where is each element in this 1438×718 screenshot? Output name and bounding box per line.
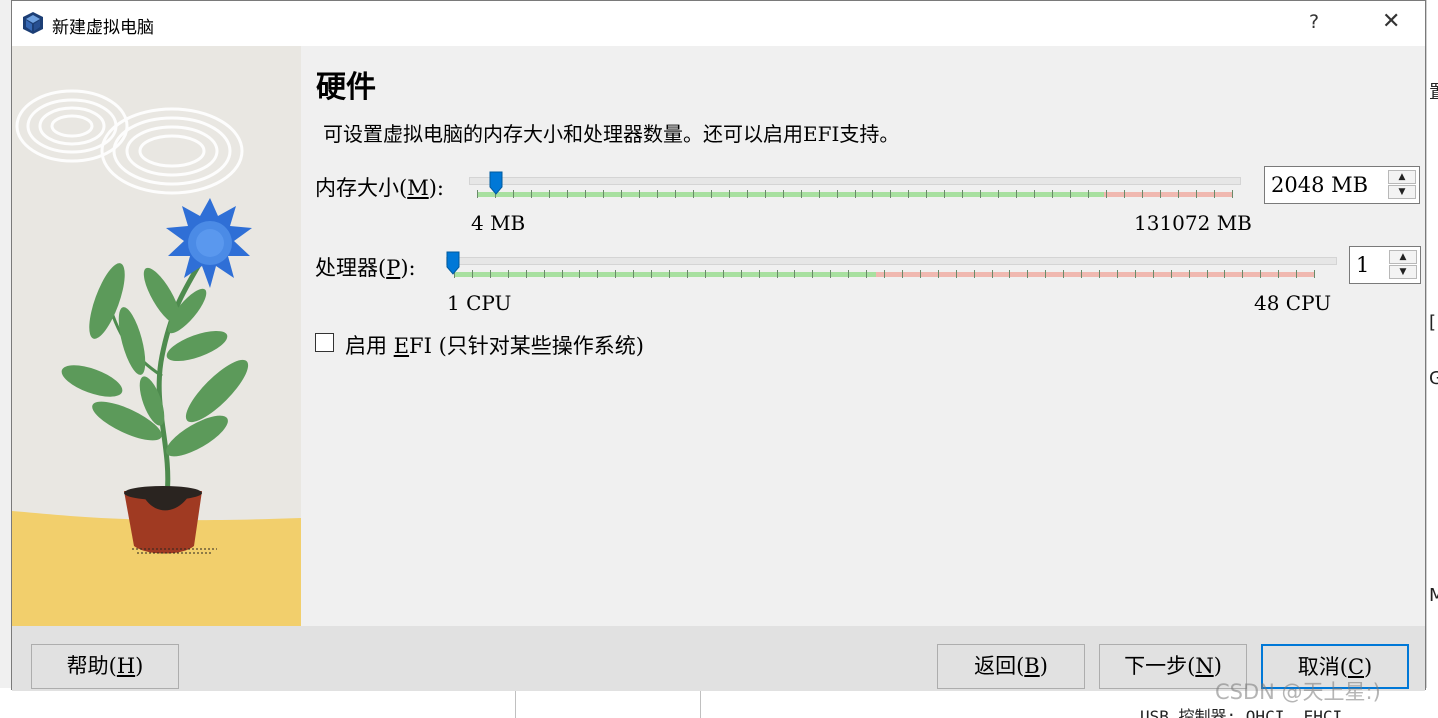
slider-excessive-range xyxy=(1104,192,1233,197)
processor-max-label: 48 CPU xyxy=(1254,291,1332,315)
help-button-label: 帮助( xyxy=(66,654,117,678)
next-button-paren: ) xyxy=(1213,654,1222,678)
slider-recommended-range xyxy=(477,192,1104,197)
close-icon[interactable]: ✕ xyxy=(1382,9,1400,34)
help-button-mnemonic: H xyxy=(116,654,136,678)
memory-label-text: 内存大小( xyxy=(315,176,408,200)
help-question-icon[interactable]: ? xyxy=(1309,11,1319,33)
watermark: CSDN @天上星:) xyxy=(1215,680,1381,704)
processor-slider-track xyxy=(446,257,1337,265)
memory-slider-track xyxy=(469,177,1241,185)
background-divider xyxy=(515,688,516,718)
processor-count-spinbox[interactable]: 1 ▲ ▼ xyxy=(1349,246,1421,284)
processor-label: 处理器(P): xyxy=(315,252,416,282)
slider-excessive-range xyxy=(876,272,1315,277)
back-button-label: 返回( xyxy=(974,654,1025,678)
background-text: 置 xyxy=(1429,78,1438,104)
memory-size-slider[interactable] xyxy=(469,171,1241,205)
flower-pot-illustration xyxy=(12,46,301,626)
next-button-label: 下一步( xyxy=(1124,654,1196,678)
back-button-mnemonic: B xyxy=(1024,654,1040,678)
efi-label-text: 启用 xyxy=(345,334,394,358)
efi-label-mnemonic: E xyxy=(393,334,410,358)
processor-min-label: 1 CPU xyxy=(447,291,512,315)
processor-increase-arrow-icon[interactable]: ▲ xyxy=(1389,250,1417,264)
title-bar[interactable]: 新建虚拟电脑 ? ✕ xyxy=(12,1,1425,46)
processor-slider-ticks xyxy=(454,270,1315,278)
new-vm-dialog: 新建虚拟电脑 ? ✕ 硬件 可设置虚拟电脑的内存大小和处理器数量。还可以启用EF… xyxy=(11,0,1426,691)
help-button-paren: ) xyxy=(135,654,144,678)
back-button-paren: ) xyxy=(1039,654,1048,678)
background-divider xyxy=(700,688,701,718)
memory-slider-ticks xyxy=(477,190,1233,198)
wizard-artwork xyxy=(12,46,301,626)
memory-slider-thumb[interactable] xyxy=(489,171,503,195)
memory-decrease-arrow-icon[interactable]: ▼ xyxy=(1388,185,1416,199)
processor-label-mnemonic: P xyxy=(386,256,401,280)
dialog-footer: 帮助(H) 返回(B) 下一步(N) 取消(C) xyxy=(12,626,1425,691)
processor-spin-arrows: ▲ ▼ xyxy=(1389,250,1417,280)
memory-size-spinbox[interactable]: 2048 MB ▲ ▼ xyxy=(1264,166,1420,204)
memory-min-label: 4 MB xyxy=(471,211,526,235)
memory-spin-arrows: ▲ ▼ xyxy=(1388,170,1416,200)
page-title: 硬件 xyxy=(316,70,376,105)
efi-label-suffix: FI (只针对某些操作系统) xyxy=(409,334,644,358)
next-button-mnemonic: N xyxy=(1195,654,1214,678)
memory-label-mnemonic: M xyxy=(407,176,429,200)
virtualbox-icon xyxy=(23,12,43,34)
window-title: 新建虚拟电脑 xyxy=(52,18,154,38)
memory-label-suffix: ): xyxy=(428,176,444,200)
processor-count-value[interactable]: 1 xyxy=(1356,253,1369,277)
wizard-content: 硬件 可设置虚拟电脑的内存大小和处理器数量。还可以启用EFI支持。 内存大小(M… xyxy=(301,46,1425,626)
enable-efi-checkbox[interactable] xyxy=(315,333,334,352)
background-window-strip: 置 [ G M xyxy=(1426,0,1438,718)
processor-label-text: 处理器( xyxy=(315,256,387,280)
processor-decrease-arrow-icon[interactable]: ▼ xyxy=(1389,265,1417,279)
background-text: M xyxy=(1429,585,1438,606)
processor-label-suffix: ): xyxy=(400,256,416,280)
processor-slider-thumb[interactable] xyxy=(446,251,460,275)
memory-increase-arrow-icon[interactable]: ▲ xyxy=(1388,170,1416,184)
memory-size-value[interactable]: 2048 MB xyxy=(1271,173,1368,197)
back-button[interactable]: 返回(B) xyxy=(937,644,1085,689)
page-description: 可设置虚拟电脑的内存大小和处理器数量。还可以启用EFI支持。 xyxy=(323,122,900,146)
help-button[interactable]: 帮助(H) xyxy=(31,644,179,689)
processor-count-slider[interactable] xyxy=(446,251,1337,285)
background-text: [ xyxy=(1429,312,1437,333)
enable-efi-label[interactable]: 启用 EFI (只针对某些操作系统) xyxy=(345,330,644,360)
memory-size-label: 内存大小(M): xyxy=(315,172,444,202)
memory-max-label: 131072 MB xyxy=(1134,211,1252,235)
background-text: G xyxy=(1429,368,1438,389)
